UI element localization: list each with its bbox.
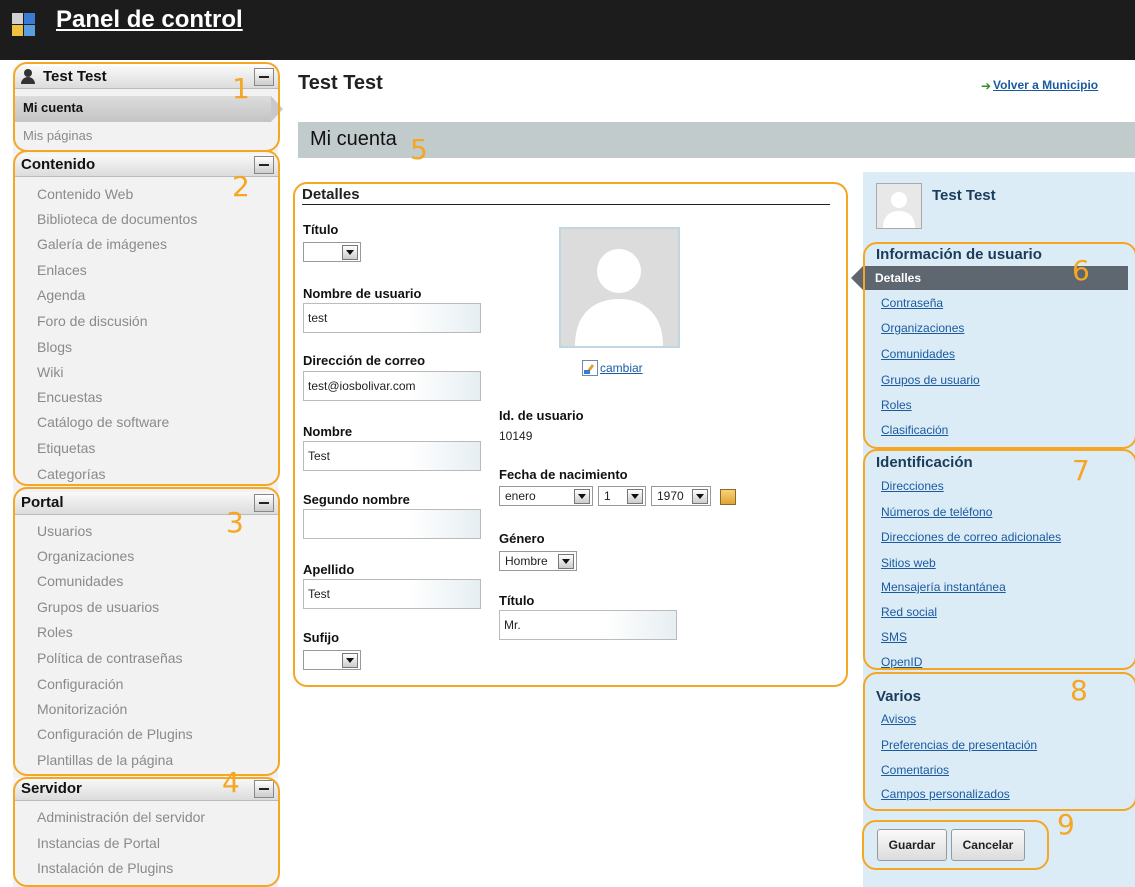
back-arrow-icon: ➔ [981, 79, 992, 93]
avatar [876, 183, 922, 229]
annotation-number: 3 [226, 506, 244, 539]
annotation-number: 9 [1057, 808, 1075, 841]
section-title: Mi cuenta [310, 128, 397, 150]
panel-user-name: Test Test [932, 187, 996, 204]
page-title: Test Test [298, 72, 383, 94]
annotation-box [863, 449, 1135, 670]
avatar-placeholder-icon [883, 192, 915, 228]
annotation-box [13, 777, 280, 887]
annotation-box [863, 242, 1135, 449]
annotation-box [293, 182, 848, 687]
annotation-number: 4 [222, 766, 240, 799]
annotation-box [863, 672, 1135, 811]
portal-logo-icon [12, 13, 36, 37]
annotation-number: 5 [410, 133, 428, 166]
control-panel-title[interactable]: Panel de control [56, 6, 243, 34]
annotation-number: 7 [1072, 454, 1090, 487]
annotation-box [862, 820, 1049, 870]
annotation-number: 2 [232, 170, 250, 203]
annotation-number: 1 [232, 72, 250, 105]
back-link[interactable]: Volver a Municipio [993, 78, 1098, 92]
top-bar: Panel de control [0, 0, 1135, 60]
annotation-number: 8 [1070, 674, 1088, 707]
annotation-number: 6 [1072, 254, 1090, 287]
